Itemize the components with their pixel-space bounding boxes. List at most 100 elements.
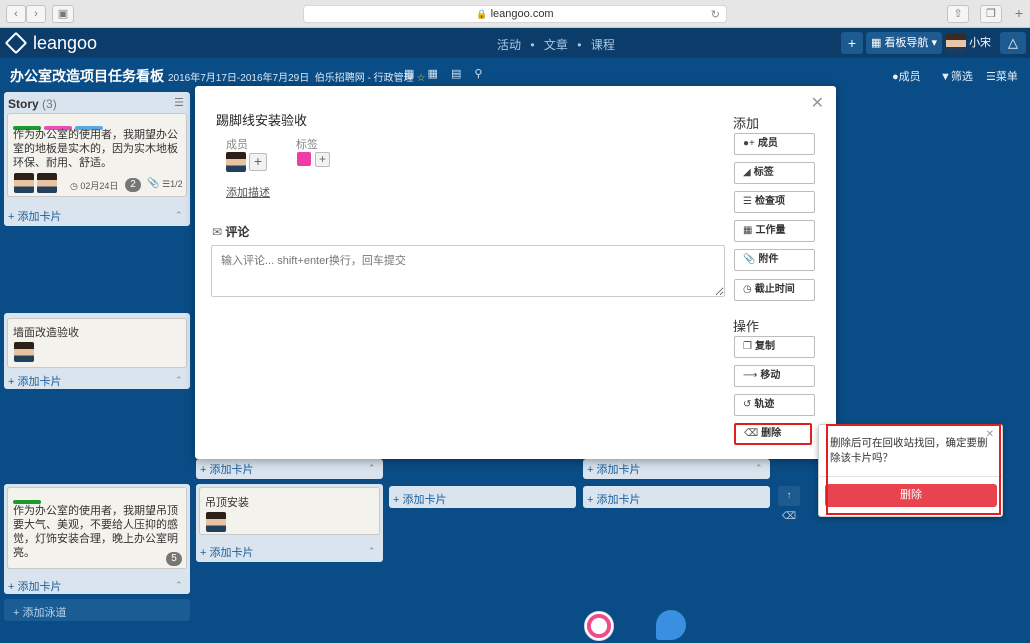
divider (819, 476, 1002, 477)
menu-icon: ☰ (986, 71, 996, 83)
copy-button[interactable]: ❐ 复制 (734, 336, 815, 358)
comment-heading: ✉ 评论 (212, 225, 250, 239)
add-description-link[interactable]: 添加描述 (226, 184, 270, 200)
checklist-icon: ☰ (743, 196, 752, 207)
add-card-button[interactable]: + 添加卡片 (8, 373, 61, 389)
grid-icon: ▦ (870, 37, 882, 49)
add-label-icon[interactable]: + (315, 152, 330, 167)
grid-icon: ▦ (743, 225, 753, 236)
chat-app-icon[interactable] (656, 610, 686, 640)
share-icon[interactable]: ⇧ (947, 5, 969, 23)
logo-icon (4, 31, 28, 55)
copy-icon: ❐ (743, 341, 752, 352)
collapse-icon[interactable]: ⌃ (175, 210, 183, 221)
clock-icon: ◷ (70, 181, 78, 191)
list-menu-icon[interactable]: ☰ (174, 96, 184, 109)
create-button[interactable]: + (841, 32, 863, 54)
arrow-right-icon: ⟶ (743, 370, 758, 381)
card-text: 作为办公室的使用者，我期望吊顶要大气、美观，不要给人压抑的感觉，灯饰安装合理，晚… (13, 505, 178, 559)
board-nav-button[interactable]: ▦ 看板导航 ▾ (866, 32, 942, 54)
add-card-button[interactable]: + 添加卡片 (8, 578, 61, 594)
trash-icon[interactable]: ⌫ (778, 508, 800, 526)
lamp-story-card[interactable]: 作为办公室的使用者，我期望吊顶要大气、美观，不要给人压抑的感觉，灯饰安装合理，晚… (7, 487, 187, 569)
card-title[interactable]: 踢脚线安装验收 (216, 110, 307, 129)
comment-icon: ✉ (212, 225, 223, 239)
avatar (14, 173, 34, 193)
list-ceiling: 吊顶安装 + 添加卡片 ⌃ (196, 484, 383, 562)
add-members-button[interactable]: ●+ 成员 (734, 133, 815, 155)
list-col2-top: + 添加卡片 ⌃ (196, 459, 383, 479)
add-card-button[interactable]: + 添加卡片 (200, 461, 253, 477)
add-lane-button[interactable]: + 添加泳道 (13, 604, 66, 620)
delete-button[interactable]: ⌫ 删除 (734, 423, 812, 445)
collapse-icon[interactable]: ⌃ (368, 546, 376, 557)
nav-courses[interactable]: 课程 (591, 38, 615, 52)
add-checklist-button[interactable]: ☰ 检查项 (734, 191, 815, 213)
move-up-icon[interactable]: ↑ (778, 486, 800, 506)
history-button[interactable]: ↺ 轨迹 (734, 394, 815, 416)
trash-icon: ⌫ (744, 428, 759, 439)
add-attachment-button[interactable]: 📎 附件 (734, 249, 815, 271)
confirm-delete-button[interactable]: 删除 (825, 484, 997, 507)
filter-button[interactable]: ▼筛选 (940, 68, 973, 84)
collapse-icon[interactable]: ⌃ (368, 463, 376, 474)
list-col4: + 添加卡片 (583, 486, 770, 508)
add-card-button[interactable]: + 添加卡片 (200, 544, 253, 560)
sidebar-icon[interactable]: ▣ (52, 5, 74, 23)
actions-heading: 操作 (733, 319, 760, 334)
lock-icon: 🔒 (476, 9, 488, 19)
members-button[interactable]: ●成员 (892, 68, 921, 84)
list-wall: 墙面改造验收 + 添加卡片 ⌃ (4, 313, 190, 389)
chart-icon[interactable]: ▦ (404, 68, 414, 80)
board-subtitle: 2016年7月17日-2016年7月29日 伯乐招聘网 - 行政管理 ☆ (168, 73, 426, 84)
tabs-icon[interactable]: ❐ (980, 5, 1002, 23)
user-icon: ● (892, 71, 899, 83)
comment-input[interactable] (211, 245, 725, 297)
add-card-button[interactable]: + 添加卡片 (587, 491, 640, 507)
add-member-icon[interactable]: + (249, 153, 267, 171)
move-button[interactable]: ⟶ 移动 (734, 365, 815, 387)
address-bar[interactable]: 🔒 leangoo.com ↻ (303, 5, 727, 23)
board-tools: ▦ ▦ ▤ ⚲ (404, 67, 492, 80)
avatar (226, 152, 246, 172)
card-text: 墙面改造验收 (13, 327, 79, 339)
add-due-date-button[interactable]: ◷ 截止时间 (734, 279, 815, 301)
user-menu[interactable]: 小宋 (946, 32, 996, 54)
tag-icon: ◢ (743, 167, 751, 178)
add-labels-button[interactable]: ◢ 标签 (734, 162, 815, 184)
story-card[interactable]: 作为办公室的使用者，我期望办公室的地板是实木的，因为实木地板环保、耐用、舒适。 … (7, 113, 187, 197)
logo[interactable]: leangoo (4, 31, 97, 55)
nav-activity[interactable]: 活动 (497, 38, 521, 52)
new-tab-icon[interactable]: + (1010, 5, 1028, 23)
card-text: 吊顶安装 (205, 497, 249, 509)
card-detail-modal: ✕ 踢脚线安装验收 成员 + 标签 + 添加描述 ✉ 评论 添加 ●+成员 ◢标… (195, 86, 836, 459)
music-app-icon[interactable] (584, 611, 614, 641)
bell-icon[interactable]: △ (1000, 32, 1026, 54)
collapse-icon[interactable]: ⌃ (175, 375, 183, 386)
add-card-button[interactable]: + 添加卡片 (393, 491, 446, 507)
wall-card[interactable]: 墙面改造验收 (7, 318, 187, 368)
board-title: 办公室改造项目任务看板 (10, 68, 164, 84)
search-icon[interactable]: ⚲ (474, 68, 482, 80)
menu-button[interactable]: ☰菜单 (986, 68, 1018, 84)
close-icon[interactable]: ✕ (811, 93, 824, 113)
members-label: 成员 (226, 139, 248, 151)
list-view-icon[interactable]: ▤ (451, 68, 461, 80)
checklist-count: ☰1/2 (162, 179, 183, 189)
checklist-icon: ☰ (162, 179, 171, 189)
nav-articles[interactable]: 文章 (544, 38, 568, 52)
avatar (946, 33, 966, 54)
label-chip[interactable] (297, 152, 311, 166)
collapse-icon[interactable]: ⌃ (755, 463, 763, 474)
add-card-button[interactable]: + 添加卡片 (8, 208, 61, 224)
clock-icon: ◷ (743, 284, 752, 295)
reload-icon[interactable]: ↻ (711, 7, 720, 23)
add-card-button[interactable]: + 添加卡片 (587, 461, 640, 477)
forward-icon[interactable]: › (26, 5, 46, 23)
ceiling-card[interactable]: 吊顶安装 (199, 487, 380, 535)
back-icon[interactable]: ‹ (6, 5, 26, 23)
comment-count: 2 (125, 178, 141, 192)
add-workload-button[interactable]: ▦ 工作量 (734, 220, 815, 242)
collapse-icon[interactable]: ⌃ (175, 580, 183, 591)
table-icon[interactable]: ▦ (427, 68, 437, 80)
